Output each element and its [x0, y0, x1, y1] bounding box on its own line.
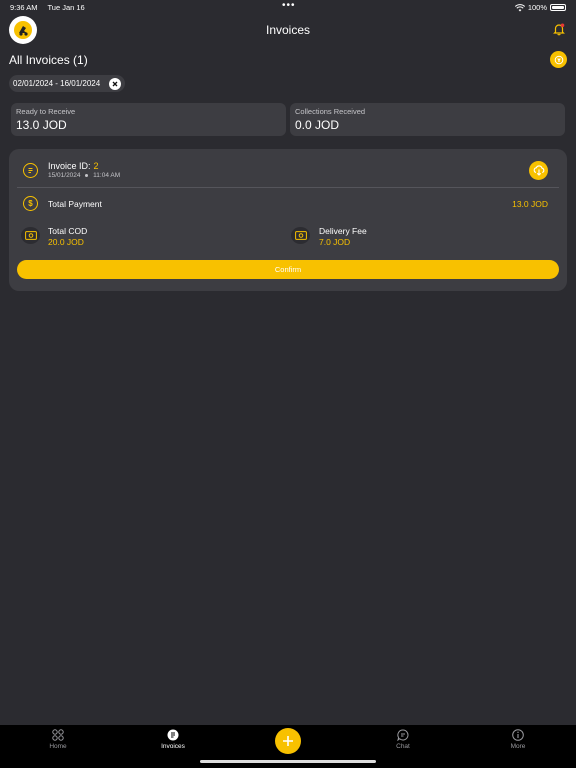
cash-icon [21, 227, 40, 244]
notification-bell-icon[interactable] [552, 22, 566, 36]
invoice-document-icon [23, 163, 38, 178]
wifi-icon [514, 3, 525, 11]
cloud-download-icon [533, 165, 544, 176]
delivery-fee-label: Delivery Fee [319, 226, 367, 236]
cash-icon [291, 227, 310, 244]
add-button[interactable] [275, 728, 301, 754]
invoice-time: 11:04 AM [93, 172, 121, 179]
bottom-tab-bar: Home Invoices Chat More [0, 725, 576, 768]
date-range-text: 02/01/2024 - 16/01/2024 [13, 79, 101, 88]
confirm-button[interactable]: Confirm [17, 260, 559, 279]
invoice-card[interactable]: Invoice ID: 2 15/01/2024 11:04 AM $ Total… [9, 149, 567, 291]
stat-value: 0.0 JOD [295, 118, 340, 132]
collections-received-card: Collections Received 0.0 JOD [290, 103, 565, 136]
info-icon [512, 729, 524, 741]
invoice-id: Invoice ID: 2 [48, 161, 99, 171]
stat-label: Ready to Receive [16, 107, 76, 116]
close-icon [112, 81, 118, 86]
dollar-coin-icon: $ [23, 196, 38, 211]
total-cod-label: Total COD [48, 226, 88, 236]
stat-label: Collections Received [295, 107, 366, 116]
invoice-datetime: 15/01/2024 11:04 AM [48, 172, 120, 179]
chat-icon [397, 729, 409, 741]
section-title: All Invoices (1) [9, 53, 88, 67]
delivery-fee-value: 7.0 JOD [319, 237, 351, 247]
header: Invoices [0, 16, 576, 46]
date-range-chip[interactable]: 02/01/2024 - 16/01/2024 [9, 75, 126, 92]
battery-icon [550, 4, 566, 11]
divider [17, 187, 559, 188]
home-indicator[interactable] [200, 760, 376, 763]
tab-more[interactable]: More [488, 729, 548, 750]
invoice-icon [167, 729, 179, 741]
status-bar: 9:36 AM Tue Jan 16 ••• 100% [0, 0, 576, 14]
filter-icon [554, 55, 563, 64]
total-payment-label: Total Payment [48, 199, 102, 209]
tab-label: Home [49, 743, 67, 750]
total-cod-value: 20.0 JOD [48, 237, 84, 247]
status-time: 9:36 AM [10, 3, 38, 12]
total-payment-value: 13.0 JOD [512, 199, 548, 209]
tab-home[interactable]: Home [28, 729, 88, 750]
tab-label: Chat [396, 743, 410, 750]
status-left: 9:36 AM Tue Jan 16 [10, 3, 93, 12]
tab-label: More [510, 743, 526, 750]
battery-percent: 100% [527, 3, 547, 12]
download-invoice-button[interactable] [529, 161, 548, 180]
plus-icon [283, 736, 293, 746]
tab-label: Invoices [161, 743, 185, 750]
status-right: 100% [514, 3, 566, 12]
filter-button[interactable] [550, 51, 567, 68]
page-title: Invoices [265, 23, 311, 37]
clear-date-button[interactable] [109, 77, 122, 90]
stat-value: 13.0 JOD [16, 118, 67, 132]
tab-invoices[interactable]: Invoices [143, 729, 203, 750]
invoice-date: 15/01/2024 [48, 172, 81, 179]
status-date: Tue Jan 16 [47, 3, 85, 12]
invoice-id-label: Invoice ID: [48, 161, 91, 171]
grid-icon [52, 729, 64, 741]
tab-chat[interactable]: Chat [373, 729, 433, 750]
invoice-id-number: 2 [93, 161, 99, 171]
ready-to-receive-card: Ready to Receive 13.0 JOD [11, 103, 286, 136]
multitasking-dots-icon[interactable]: ••• [282, 1, 296, 11]
dot-separator-icon [85, 173, 89, 177]
